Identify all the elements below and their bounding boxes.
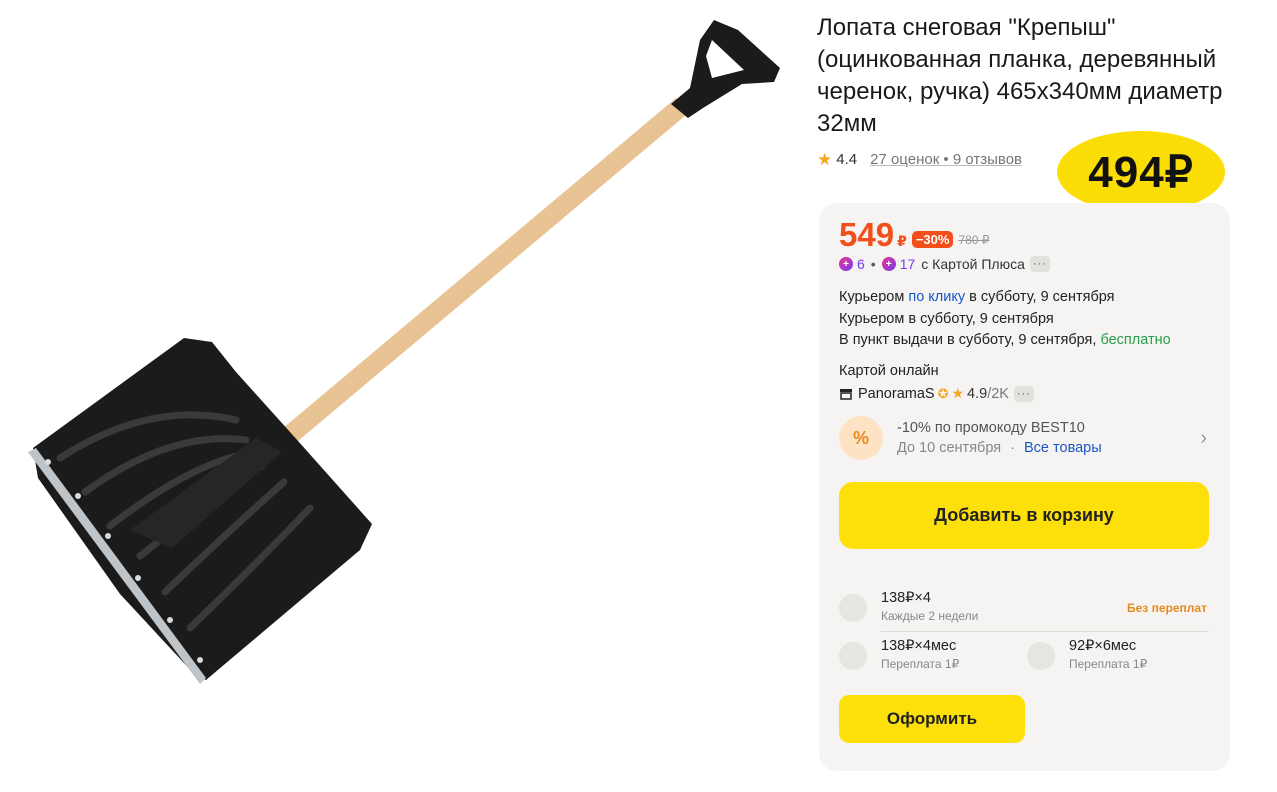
divider: [881, 631, 1209, 632]
plus-points-1: 6: [857, 256, 865, 272]
checkout-button[interactable]: Оформить: [839, 695, 1025, 743]
delivery-option-click: Курьером по клику в субботу, 9 сентября: [839, 289, 1115, 305]
installment-note: Переплата 1₽: [1069, 657, 1148, 671]
no-overpay-label: Без переплат: [1127, 601, 1207, 615]
more-icon[interactable]: ···: [1029, 256, 1050, 272]
promo-subline: До 10 сентября · Все товары: [897, 440, 1102, 456]
seller-star-icon: ★: [951, 385, 965, 401]
chevron-right-icon[interactable]: ›: [1200, 427, 1207, 450]
radio-button[interactable]: [1027, 642, 1055, 670]
currency-symbol: ₽: [897, 233, 907, 249]
plus-card-icon: +: [881, 257, 896, 271]
seller-more-icon[interactable]: ···: [1013, 385, 1034, 402]
delivery-info: Курьером по клику в субботу, 9 сентября …: [839, 287, 1171, 352]
seller-rating: 4.9: [967, 385, 988, 402]
price-row: 549 ₽ −30% 780 ₽: [839, 218, 989, 252]
radio-button[interactable]: [839, 642, 867, 670]
plus-cashback-row: + 6 • + 17 с Картой Плюса ···: [839, 256, 1050, 272]
rating-value: 4.4: [836, 150, 858, 168]
separator-dot: •: [870, 256, 876, 272]
installment-amount: 92₽×6мес: [1069, 638, 1137, 654]
discount-badge: −30%: [911, 231, 954, 248]
delivery-option-pickup: В пункт выдачи в субботу, 9 сентября, бе…: [839, 332, 1171, 348]
rating-row[interactable]: ★ 4.4 27 оценок • 9 отзывов: [817, 150, 1022, 168]
by-click-link[interactable]: по клику: [908, 289, 965, 305]
add-to-cart-button[interactable]: Добавить в корзину: [839, 482, 1209, 549]
star-icon: ★: [817, 149, 833, 169]
promo-until: До 10 сентября: [897, 440, 1002, 456]
current-price: 549: [839, 216, 895, 253]
seller-name[interactable]: PanoramaS: [858, 386, 935, 402]
plus-points-icon: +: [839, 257, 853, 271]
shop-icon: [840, 388, 852, 400]
seller-rating-count: /2K: [987, 385, 1009, 402]
seller-row[interactable]: PanoramaS ✪ ★ 4.9 /2K ···: [839, 385, 1034, 402]
installment-amount: 138₽×4мес: [881, 638, 957, 654]
installment-option-1[interactable]: 138₽×4 Каждые 2 недели: [839, 590, 978, 623]
installment-amount: 138₽×4: [881, 590, 931, 606]
percent-icon: %: [839, 416, 883, 460]
payment-method: Картой онлайн: [839, 363, 939, 379]
promo-title: -10% по промокоду BEST10: [897, 420, 1085, 436]
product-image[interactable]: [0, 0, 790, 792]
price-badge: 494₽: [1057, 131, 1225, 213]
reviews-link[interactable]: 27 оценок • 9 отзывов: [870, 151, 1022, 168]
installment-option-2[interactable]: 138₽×4мес Переплата 1₽: [839, 638, 959, 671]
plus-points-2: 17: [899, 256, 916, 272]
free-label: бесплатно: [1100, 332, 1171, 348]
delivery-option-courier: Курьером в субботу, 9 сентября: [839, 310, 1054, 327]
product-title: Лопата снеговая "Крепыш" (оцинкованная п…: [817, 14, 1223, 137]
installment-note: Каждые 2 недели: [881, 609, 979, 623]
verified-icon: ✪: [937, 385, 949, 401]
all-goods-link[interactable]: Все товары: [1024, 440, 1102, 456]
promo-banner[interactable]: % -10% по промокоду BEST10 До 10 сентябр…: [839, 412, 1211, 464]
radio-button[interactable]: [839, 594, 867, 622]
plus-card-label: с Картой Плюса: [921, 256, 1025, 272]
installment-option-3[interactable]: 92₽×6мес Переплата 1₽: [1027, 638, 1147, 671]
old-price: 780 ₽: [958, 233, 990, 247]
installment-note: Переплата 1₽: [881, 657, 960, 671]
